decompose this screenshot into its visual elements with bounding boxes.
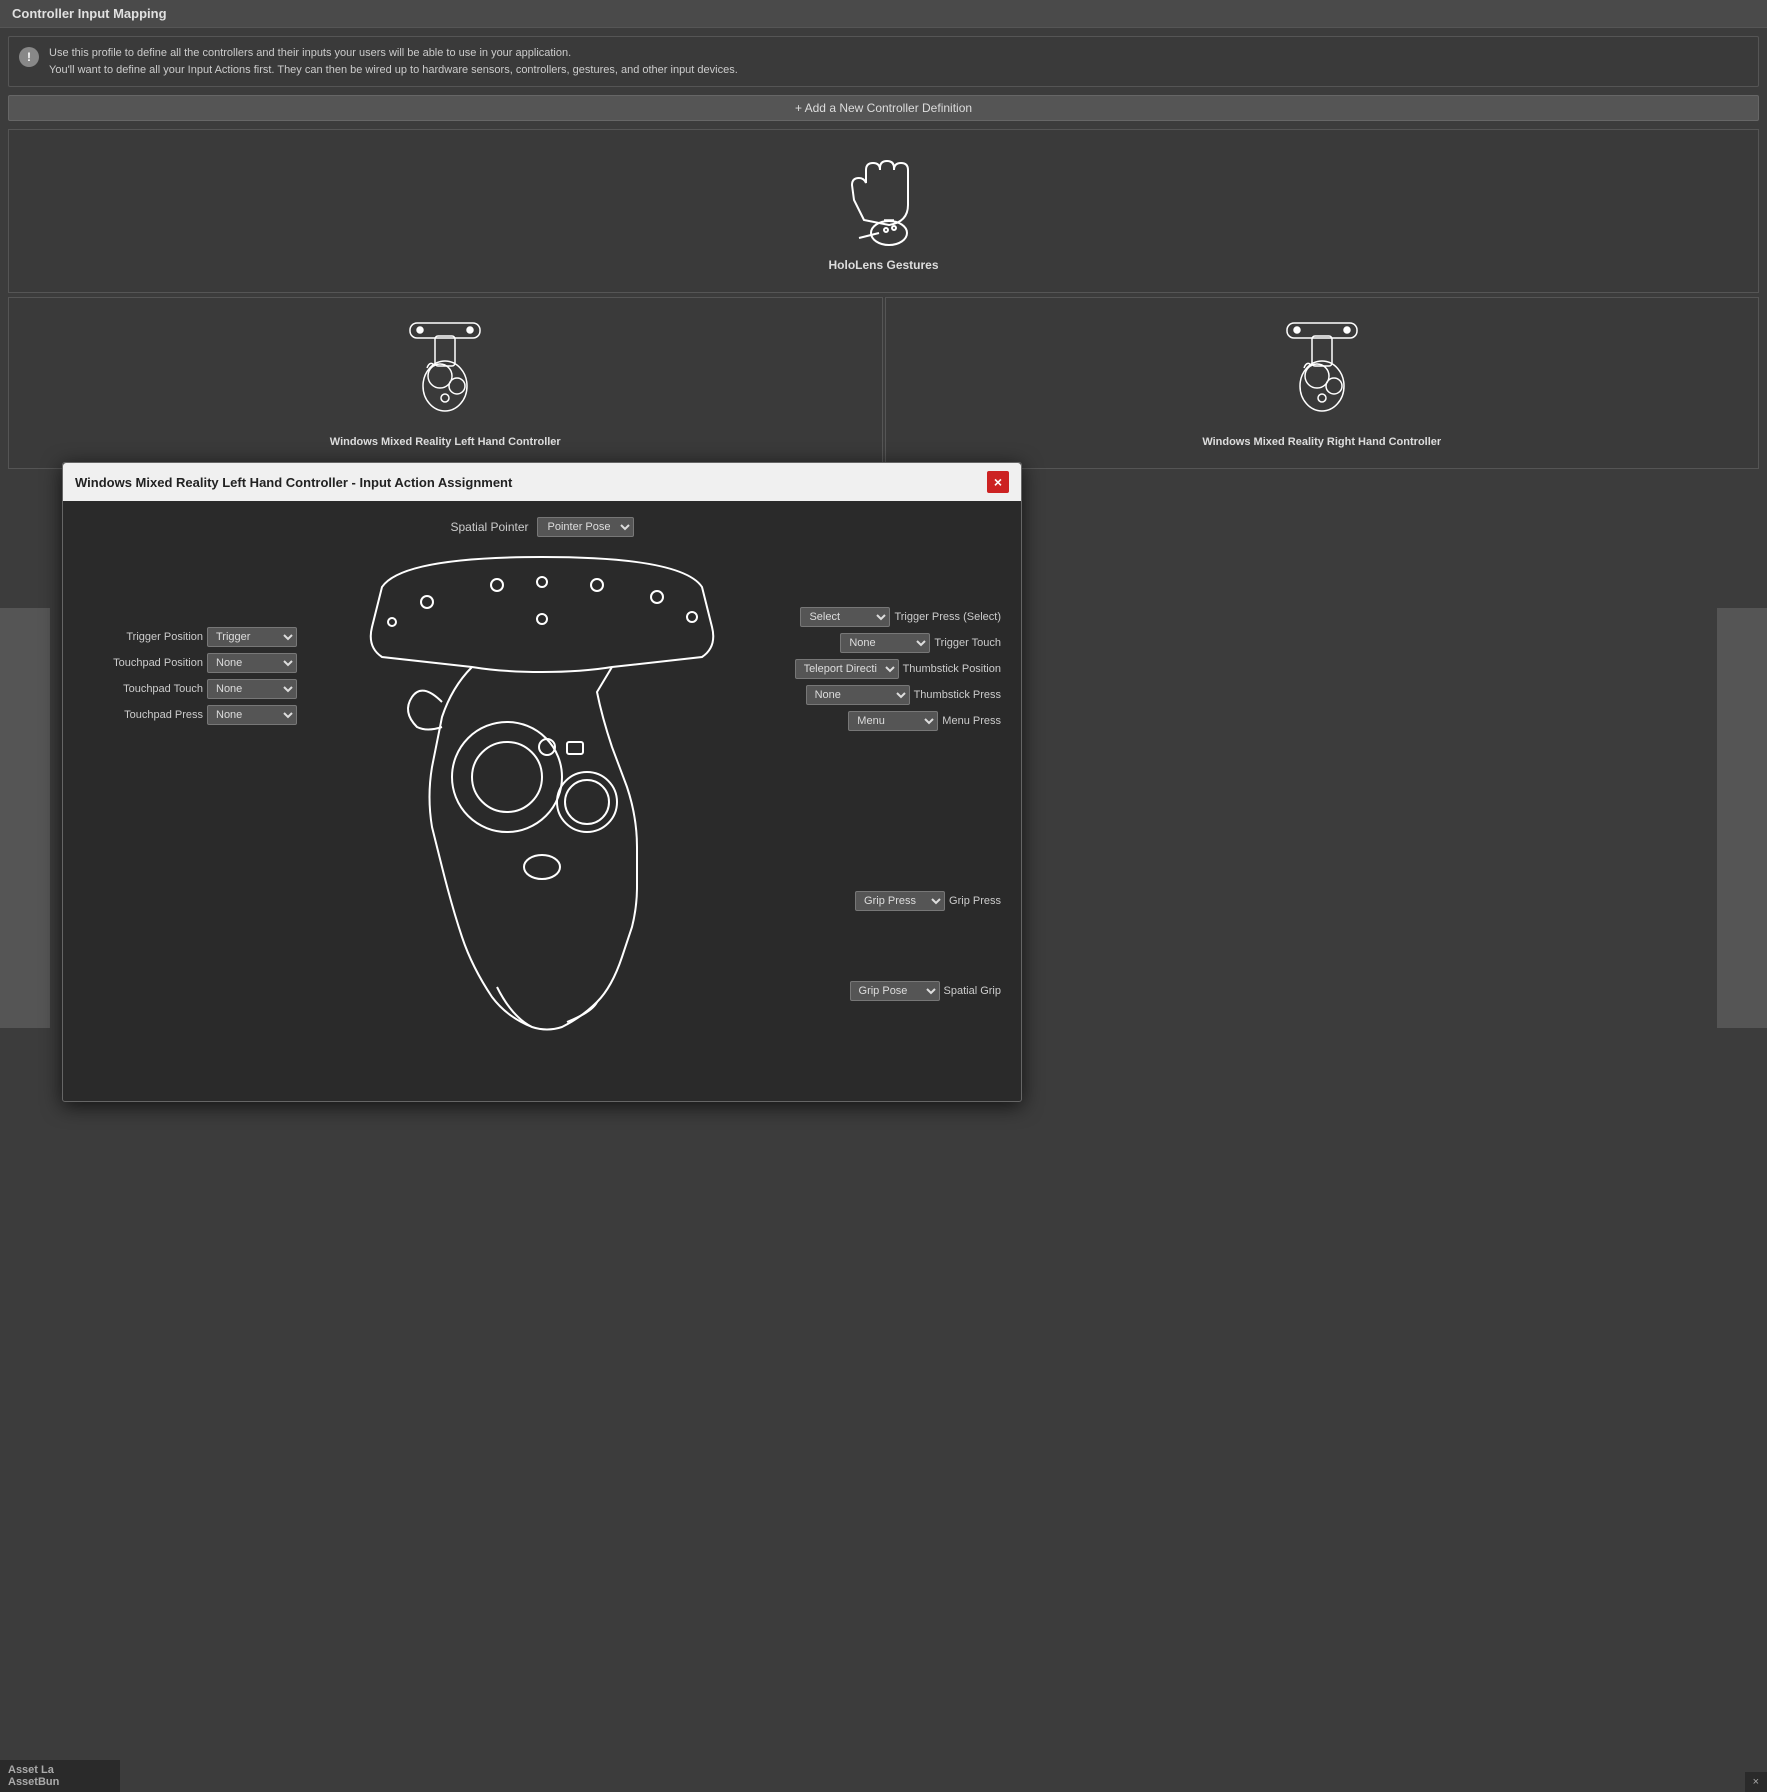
thumbstick-press-label: Thumbstick Press bbox=[914, 689, 1001, 701]
bottom-right-panel: × bbox=[1745, 1772, 1767, 1792]
right-controller-card[interactable]: Windows Mixed Reality Right Hand Control… bbox=[885, 297, 1760, 469]
info-box: ! Use this profile to define all the con… bbox=[8, 36, 1759, 87]
page-title: Controller Input Mapping bbox=[12, 6, 167, 21]
input-assignment-modal: Windows Mixed Reality Left Hand Controll… bbox=[62, 462, 1022, 1102]
info-icon: ! bbox=[19, 47, 39, 67]
grip-press-label: Grip Press bbox=[949, 895, 1001, 907]
controller-pair-row: Windows Mixed Reality Left Hand Controll… bbox=[8, 297, 1759, 469]
asset-bundle-label: AssetBun bbox=[8, 1776, 112, 1788]
asset-library-panel: Asset La AssetBun bbox=[0, 1760, 120, 1792]
spatial-pointer-row: Spatial Pointer Pointer Pose None bbox=[83, 517, 1001, 537]
menu-press-row: Menu None Select Menu Press bbox=[795, 711, 1001, 731]
asset-library-label: Asset La bbox=[8, 1764, 112, 1776]
touchpad-position-select[interactable]: None Trigger Select bbox=[207, 653, 297, 673]
left-sidebar-panel bbox=[0, 608, 50, 1028]
left-controller-icon bbox=[405, 318, 485, 428]
grip-press-input-row: Grip Press None Select Grip Press bbox=[855, 891, 1001, 911]
touchpad-position-row: Touchpad Position None Trigger Select bbox=[83, 653, 297, 673]
trigger-position-select[interactable]: Trigger None Select bbox=[207, 627, 297, 647]
modal-header: Windows Mixed Reality Left Hand Controll… bbox=[63, 463, 1021, 501]
grip-pose-row: Grip Pose None Select Spatial Grip bbox=[850, 981, 1001, 1007]
touchpad-position-label: Touchpad Position bbox=[83, 657, 203, 669]
touchpad-touch-select[interactable]: None Trigger Select bbox=[207, 679, 297, 699]
trigger-press-row: Select None Trigger Trigger Press (Selec… bbox=[795, 607, 1001, 627]
right-controller-label: Windows Mixed Reality Right Hand Control… bbox=[1202, 436, 1441, 448]
info-line1: Use this profile to define all the contr… bbox=[49, 45, 1746, 62]
touchpad-touch-label: Touchpad Touch bbox=[83, 683, 203, 695]
hololens-icon bbox=[834, 150, 934, 250]
touchpad-press-select[interactable]: None Trigger Select bbox=[207, 705, 297, 725]
thumbstick-position-row: Teleport Directi None Select Thumbstick … bbox=[795, 659, 1001, 679]
menu-press-select[interactable]: Menu None Select bbox=[848, 711, 938, 731]
left-controller-card[interactable]: Windows Mixed Reality Left Hand Controll… bbox=[8, 297, 883, 469]
hololen-gestures-card: HoloLens Gestures bbox=[8, 129, 1759, 293]
trigger-position-row: Trigger Position Trigger None Select bbox=[83, 627, 297, 647]
trigger-touch-row: None Select Trigger Trigger Touch bbox=[795, 633, 1001, 653]
right-controller-icon bbox=[1282, 318, 1362, 428]
info-line2: You'll want to define all your Input Act… bbox=[49, 62, 1746, 79]
diagram-area: Trigger Position Trigger None Select Tou… bbox=[83, 547, 1001, 1067]
menu-press-label: Menu Press bbox=[942, 715, 1001, 727]
touchpad-touch-row: Touchpad Touch None Trigger Select bbox=[83, 679, 297, 699]
trigger-press-select[interactable]: Select None Trigger bbox=[800, 607, 890, 627]
touchpad-press-label: Touchpad Press bbox=[83, 709, 203, 721]
page-header: Controller Input Mapping bbox=[0, 0, 1767, 28]
bottom-right-icon: × bbox=[1753, 1776, 1759, 1788]
spatial-pointer-label: Spatial Pointer bbox=[450, 520, 528, 534]
modal-title: Windows Mixed Reality Left Hand Controll… bbox=[75, 475, 512, 490]
controller-diagram-svg bbox=[332, 547, 752, 1047]
thumbstick-position-label: Thumbstick Position bbox=[903, 663, 1001, 675]
modal-close-button[interactable]: × bbox=[987, 471, 1009, 493]
add-controller-button[interactable]: + Add a New Controller Definition bbox=[8, 95, 1759, 121]
grip-pose-select[interactable]: Grip Pose None Select bbox=[850, 981, 940, 1001]
spatial-pointer-select[interactable]: Pointer Pose None bbox=[537, 517, 634, 537]
hololens-label: HoloLens Gestures bbox=[828, 258, 938, 272]
thumbstick-press-select[interactable]: None Select Teleport Directi bbox=[806, 685, 910, 705]
left-inputs-panel: Trigger Position Trigger None Select Tou… bbox=[83, 627, 297, 731]
grip-press-select[interactable]: Grip Press None Select bbox=[855, 891, 945, 911]
right-sidebar-panel bbox=[1717, 608, 1767, 1028]
left-controller-label: Windows Mixed Reality Left Hand Controll… bbox=[330, 436, 561, 448]
thumbstick-position-select[interactable]: Teleport Directi None Select bbox=[795, 659, 899, 679]
right-inputs-panel: Select None Trigger Trigger Press (Selec… bbox=[795, 607, 1001, 737]
touchpad-press-row: Touchpad Press None Trigger Select bbox=[83, 705, 297, 725]
trigger-position-label: Trigger Position bbox=[83, 631, 203, 643]
grip-pose-label: Spatial Grip bbox=[944, 985, 1001, 997]
trigger-press-label: Trigger Press (Select) bbox=[894, 611, 1001, 623]
grip-press-row: Grip Press None Select Grip Press bbox=[855, 891, 1001, 917]
trigger-touch-select[interactable]: None Select Trigger bbox=[840, 633, 930, 653]
thumbstick-press-row: None Select Teleport Directi Thumbstick … bbox=[795, 685, 1001, 705]
grip-pose-input-row: Grip Pose None Select Spatial Grip bbox=[850, 981, 1001, 1001]
modal-body: Spatial Pointer Pointer Pose None bbox=[63, 501, 1021, 1101]
trigger-touch-label: Trigger Touch bbox=[934, 637, 1001, 649]
